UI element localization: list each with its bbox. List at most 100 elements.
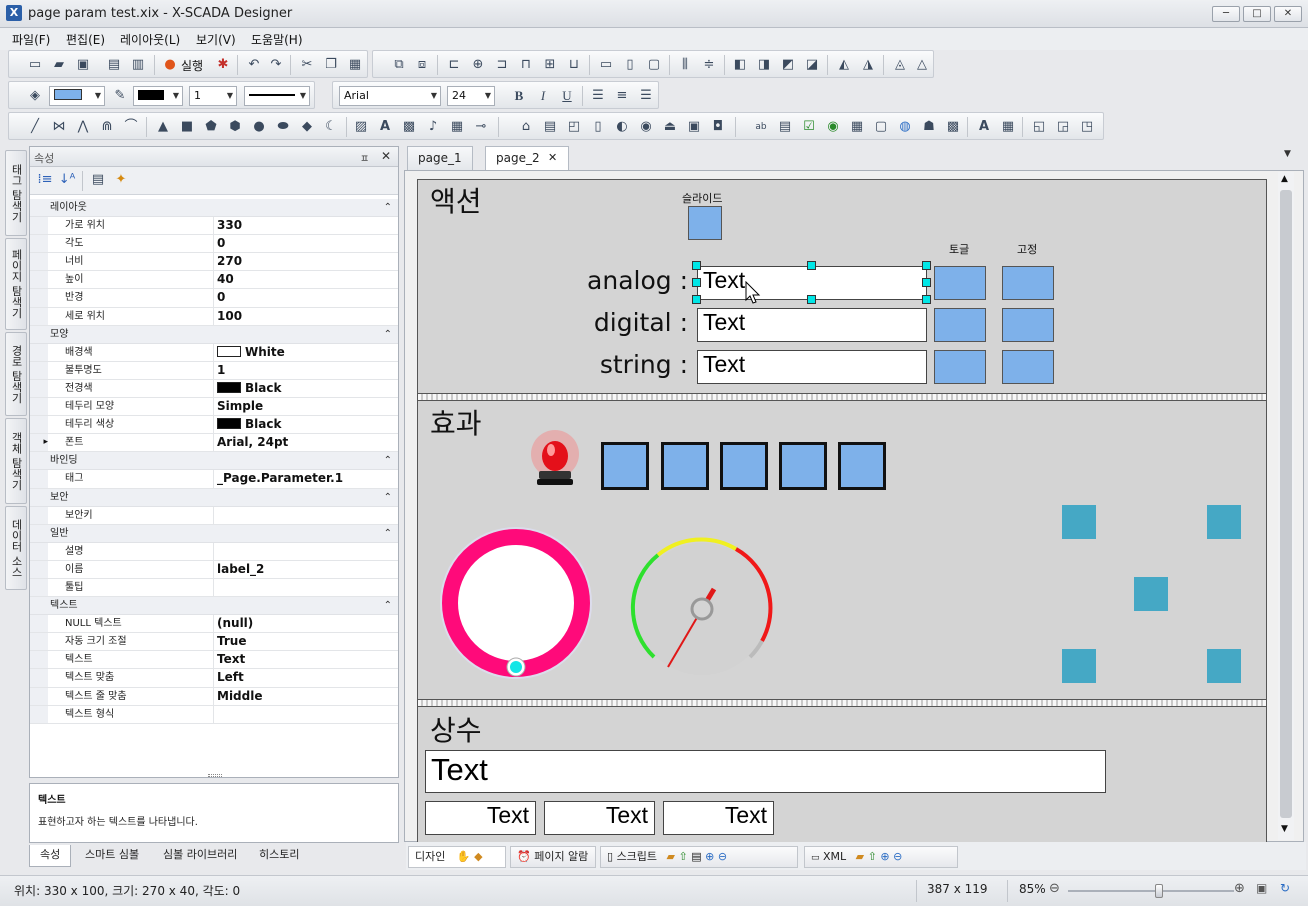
chord-tool-icon[interactable]: ☾ xyxy=(322,118,340,136)
property-category[interactable]: 일반 ⌃ xyxy=(30,524,398,543)
collapse-chevron-icon[interactable]: ⌃ xyxy=(384,489,392,506)
property-category[interactable]: 모양 ⌃ xyxy=(30,325,398,344)
selection-handle[interactable] xyxy=(692,278,701,287)
pentagon-tool-icon[interactable]: ⬟ xyxy=(202,118,220,136)
rotate-right-icon[interactable]: △ xyxy=(913,56,931,74)
line-tool-icon[interactable]: ╱ xyxy=(26,118,44,136)
blink-square-2[interactable] xyxy=(661,442,709,490)
blink-square-5[interactable] xyxy=(838,442,886,490)
alarm-list-control-icon[interactable]: ▩ xyxy=(944,118,962,136)
save-icon[interactable]: ▣ xyxy=(74,56,92,74)
distribute-horizontal-icon[interactable]: ⫼ xyxy=(676,56,694,74)
text-tool-icon[interactable]: A xyxy=(376,118,394,136)
flip-horizontal-icon[interactable]: ◭ xyxy=(835,56,853,74)
line-style-select[interactable]: ▼ xyxy=(244,86,310,106)
splitter-grip[interactable] xyxy=(208,774,222,777)
align-left-icon[interactable]: ⊏ xyxy=(445,56,463,74)
property-row[interactable]: 자동 크기 조절 True xyxy=(30,633,398,652)
pie-tool-icon[interactable]: ◆ xyxy=(298,118,316,136)
property-value[interactable]: Middle xyxy=(214,688,398,705)
property-value[interactable]: 1 xyxy=(214,362,398,379)
italic-icon[interactable]: I xyxy=(534,87,552,105)
property-row[interactable]: 높이 40 xyxy=(30,271,398,290)
save-as-icon[interactable]: ▤ xyxy=(105,56,123,74)
tab-tag-explorer[interactable]: 태그 탐색기 xyxy=(5,150,27,236)
scrollbar-thumb[interactable] xyxy=(1280,190,1292,818)
property-value[interactable]: (null) xyxy=(214,615,398,632)
align-top-icon[interactable]: ⊓ xyxy=(517,56,535,74)
scroll-up-icon[interactable]: ▲ xyxy=(1281,174,1288,184)
ellipse-tool-icon[interactable]: ⬬ xyxy=(274,118,292,136)
digital-toggle-button[interactable] xyxy=(934,308,986,342)
property-row[interactable]: 테두리 색상 Black xyxy=(30,416,398,435)
scroll-down-icon[interactable]: ▼ xyxy=(1281,824,1288,834)
property-row[interactable]: 보안키 xyxy=(30,506,398,525)
page-canvas[interactable]: 액션 슬라이드 토글 고정 analog : Text digital : Te… xyxy=(417,179,1267,843)
refresh-icon[interactable]: ↻ xyxy=(1280,881,1290,895)
selection-handle[interactable] xyxy=(922,295,931,304)
underline-icon[interactable]: U xyxy=(558,87,576,105)
tab-page-1[interactable]: page_1 xyxy=(407,146,473,170)
xml-tab[interactable]: ▭ XML ▰ ⇧ ⊕ ⊖ xyxy=(804,846,958,868)
same-size-icon[interactable]: ▢ xyxy=(645,56,663,74)
tab-list-chevron-icon[interactable]: ▼ xyxy=(1284,149,1291,159)
tab-data-source[interactable]: 데이터 소스 xyxy=(5,506,27,590)
bring-front-icon[interactable]: ◧ xyxy=(731,56,749,74)
collapse-chevron-icon[interactable]: ⌃ xyxy=(384,597,392,614)
teal-square-bottom-right[interactable] xyxy=(1207,649,1241,683)
flip-vertical-icon[interactable]: ◮ xyxy=(859,56,877,74)
blink-square-1[interactable] xyxy=(601,442,649,490)
property-value[interactable]: True xyxy=(214,633,398,650)
blink-square-3[interactable] xyxy=(720,442,768,490)
control-6-icon[interactable]: ◉ xyxy=(637,118,655,136)
property-value[interactable]: 100 xyxy=(214,308,398,325)
teal-square-bottom-left[interactable] xyxy=(1062,649,1096,683)
align-right-icon[interactable]: ⊐ xyxy=(493,56,511,74)
zoom-slider-thumb[interactable] xyxy=(1155,884,1164,898)
menu-file[interactable]: 파일(F) xyxy=(12,31,50,48)
expand-arrow-icon[interactable]: ▸ xyxy=(30,434,48,452)
maximize-button[interactable]: □ xyxy=(1243,6,1271,22)
property-category[interactable]: 텍스트 ⌃ xyxy=(30,597,398,616)
bar-chart-icon[interactable]: ◳ xyxy=(1078,118,1096,136)
string-fixed-button[interactable] xyxy=(1002,350,1054,384)
font-name-select[interactable]: Arial ▼ xyxy=(339,86,441,106)
property-value[interactable]: Simple xyxy=(214,398,398,415)
collapse-chevron-icon[interactable]: ⌃ xyxy=(384,525,392,542)
cut-icon[interactable]: ✂ xyxy=(298,56,316,74)
menu-view[interactable]: 보기(V) xyxy=(196,31,236,48)
property-row[interactable]: 전경색 Black xyxy=(30,379,398,399)
font-size-select[interactable]: 24 ▼ xyxy=(447,86,495,106)
property-row[interactable]: 각도 0 xyxy=(30,235,398,254)
run-label[interactable]: 실행 xyxy=(181,57,203,74)
string-toggle-button[interactable] xyxy=(934,350,986,384)
teal-square-top-left[interactable] xyxy=(1062,505,1096,539)
property-row[interactable]: 텍스트 Text xyxy=(30,651,398,670)
curve-tool-icon[interactable]: ⋀ xyxy=(74,118,92,136)
tab-page-2[interactable]: page_2 ✕ xyxy=(485,146,569,170)
tab-page-explorer[interactable]: 페이지 탐색기 xyxy=(5,238,27,330)
collapse-chevron-icon[interactable]: ⌃ xyxy=(384,326,392,343)
tab-path-explorer[interactable]: 경로 탐색기 xyxy=(5,332,27,416)
bring-forward-icon[interactable]: ◩ xyxy=(779,56,797,74)
property-value[interactable] xyxy=(214,543,398,560)
same-height-icon[interactable]: ▯ xyxy=(621,56,639,74)
tab-object-explorer[interactable]: 객체 탐색기 xyxy=(5,418,27,504)
menu-help[interactable]: 도움말(H) xyxy=(251,31,303,48)
control-9-icon[interactable]: ◘ xyxy=(709,118,727,136)
teal-square-center[interactable] xyxy=(1134,577,1168,611)
selection-handle[interactable] xyxy=(807,295,816,304)
text-align-right-icon[interactable]: ☰ xyxy=(637,87,655,105)
constant-text-2[interactable]: Text xyxy=(544,801,655,835)
property-row[interactable]: 툴팁 xyxy=(30,578,398,598)
rotate-left-icon[interactable]: ◬ xyxy=(891,56,909,74)
script-tab[interactable]: ▯ 스크립트 ▰ ⇧ ▤ ⊕ ⊖ xyxy=(600,846,798,868)
tab-history[interactable]: 히스토리 xyxy=(249,845,309,867)
close-tab-icon[interactable]: ✕ xyxy=(548,147,557,169)
digital-fixed-button[interactable] xyxy=(1002,308,1054,342)
run-icon[interactable]: ● xyxy=(161,56,179,74)
control-7-icon[interactable]: ⏏ xyxy=(661,118,679,136)
property-value[interactable] xyxy=(214,706,398,723)
line-width-select[interactable]: 1 ▼ xyxy=(189,86,237,106)
control-1-icon[interactable]: ⌂ xyxy=(517,118,535,136)
